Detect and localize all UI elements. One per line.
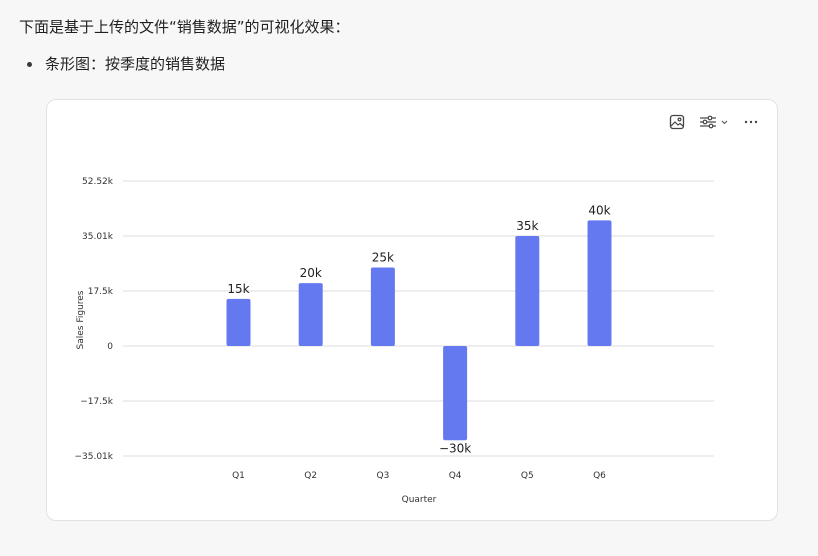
y-tick-label: −17.5k: [80, 397, 114, 407]
x-tick-label: Q5: [521, 471, 534, 481]
bar: [298, 283, 323, 347]
y-tick-label: 0: [107, 342, 113, 352]
x-tick-label: Q2: [304, 471, 317, 481]
bar: [226, 298, 251, 347]
data-label: 35k: [516, 219, 538, 233]
bullet-text: 条形图：按季度的销售数据: [45, 55, 226, 73]
data-label: 20k: [300, 266, 322, 280]
y-tick-label: 52.52k: [82, 177, 114, 187]
chart-card: 52.52k 35.01k 17.5k 0 −17.5k −35.01k 15k Q1 20k Q…: [46, 99, 778, 521]
bar-chart: 52.52k 35.01k 17.5k 0 −17.5k −35.01k 15k Q1 20k Q…: [74, 177, 714, 505]
y-tick-label: 35.01k: [82, 232, 114, 242]
data-label: −30k: [439, 441, 471, 455]
intro-text: 下面是基于上传的文件“销售数据”的可视化效果：: [19, 18, 350, 36]
y-tick-label: 17.5k: [88, 287, 114, 297]
bar: [443, 346, 468, 441]
data-label: 15k: [227, 282, 249, 296]
bar: [370, 267, 395, 347]
data-label: 40k: [588, 203, 610, 217]
bullet-item: 条形图：按季度的销售数据: [27, 54, 225, 74]
y-tick-label: −35.01k: [74, 452, 113, 462]
bar: [587, 220, 612, 347]
x-tick-label: Q1: [232, 471, 245, 481]
x-tick-label: Q3: [376, 471, 389, 481]
bar: [515, 236, 540, 347]
y-axis-title: Sales Figures: [76, 290, 86, 349]
x-tick-label: Q4: [449, 471, 462, 481]
x-axis-title: Quarter: [402, 495, 437, 505]
bullet-dot: [27, 61, 32, 67]
data-label: 25k: [372, 250, 394, 264]
x-tick-label: Q6: [593, 471, 606, 481]
